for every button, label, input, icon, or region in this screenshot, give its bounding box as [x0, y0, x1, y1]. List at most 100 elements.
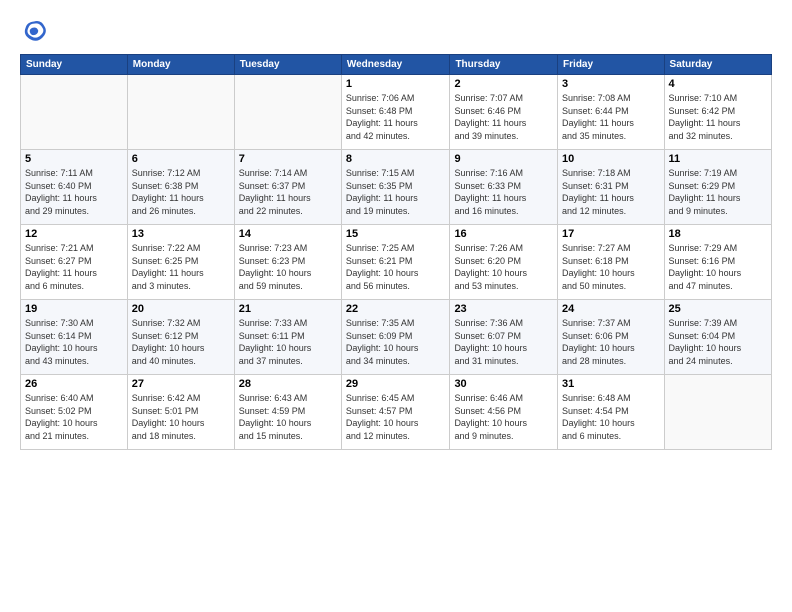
day-number: 25	[669, 303, 767, 315]
day-info: Sunrise: 7:07 AM Sunset: 6:46 PM Dayligh…	[454, 92, 553, 142]
day-number: 30	[454, 378, 553, 390]
day-number: 5	[25, 153, 123, 165]
day-info: Sunrise: 7:29 AM Sunset: 6:16 PM Dayligh…	[669, 242, 767, 292]
day-info: Sunrise: 7:15 AM Sunset: 6:35 PM Dayligh…	[346, 167, 446, 217]
logo-icon	[20, 18, 48, 46]
day-info: Sunrise: 6:46 AM Sunset: 4:56 PM Dayligh…	[454, 392, 553, 442]
day-number: 3	[562, 78, 659, 90]
calendar-cell: 19Sunrise: 7:30 AM Sunset: 6:14 PM Dayli…	[21, 300, 128, 375]
calendar-cell: 5 Sunrise: 7:11 AM Sunset: 6:40 PM Daylig…	[21, 150, 128, 225]
weekday-header-tuesday: Tuesday	[234, 55, 341, 75]
day-info: Sunrise: 7:36 AM Sunset: 6:07 PM Dayligh…	[454, 317, 553, 367]
day-info: Sunrise: 7:33 AM Sunset: 6:11 PM Dayligh…	[239, 317, 337, 367]
calendar-cell: 30 Sunrise: 6:46 AM Sunset: 4:56 PM Dayli…	[450, 375, 558, 450]
day-number: 1	[346, 78, 446, 90]
day-info: Sunrise: 7:32 AM Sunset: 6:12 PM Dayligh…	[132, 317, 230, 367]
calendar-cell: 31Sunrise: 6:48 AM Sunset: 4:54 PM Dayli…	[558, 375, 664, 450]
calendar-cell: 20 Sunrise: 7:32 AM Sunset: 6:12 PM Dayli…	[127, 300, 234, 375]
day-number: 28	[239, 378, 337, 390]
calendar-cell: 21 Sunrise: 7:33 AM Sunset: 6:11 PM Dayli…	[234, 300, 341, 375]
weekday-header-friday: Friday	[558, 55, 664, 75]
day-number: 20	[132, 303, 230, 315]
day-info: Sunrise: 6:43 AM Sunset: 4:59 PM Dayligh…	[239, 392, 337, 442]
day-number: 4	[669, 78, 767, 90]
calendar-cell: 22 Sunrise: 7:35 AM Sunset: 6:09 PM Dayli…	[341, 300, 450, 375]
day-info: Sunrise: 7:08 AM Sunset: 6:44 PM Dayligh…	[562, 92, 659, 142]
day-number: 27	[132, 378, 230, 390]
calendar-cell: 15Sunrise: 7:25 AM Sunset: 6:21 PM Dayli…	[341, 225, 450, 300]
calendar-week-1: 1 Sunrise: 7:06 AM Sunset: 6:48 PM Daylig…	[21, 75, 772, 150]
calendar-cell: 12 Sunrise: 7:21 AM Sunset: 6:27 PM Dayli…	[21, 225, 128, 300]
calendar-cell: 6 Sunrise: 7:12 AM Sunset: 6:38 PM Daylig…	[127, 150, 234, 225]
calendar-cell	[127, 75, 234, 150]
page: SundayMondayTuesdayWednesdayThursdayFrid…	[0, 0, 792, 612]
calendar-week-4: 19Sunrise: 7:30 AM Sunset: 6:14 PM Dayli…	[21, 300, 772, 375]
day-number: 19	[25, 303, 123, 315]
weekday-header-monday: Monday	[127, 55, 234, 75]
day-info: Sunrise: 7:11 AM Sunset: 6:40 PM Dayligh…	[25, 167, 123, 217]
calendar-cell: 1 Sunrise: 7:06 AM Sunset: 6:48 PM Daylig…	[341, 75, 450, 150]
day-number: 13	[132, 228, 230, 240]
day-info: Sunrise: 7:23 AM Sunset: 6:23 PM Dayligh…	[239, 242, 337, 292]
day-number: 18	[669, 228, 767, 240]
calendar-cell: 29 Sunrise: 6:45 AM Sunset: 4:57 PM Dayli…	[341, 375, 450, 450]
day-info: Sunrise: 7:35 AM Sunset: 6:09 PM Dayligh…	[346, 317, 446, 367]
day-info: Sunrise: 7:39 AM Sunset: 6:04 PM Dayligh…	[669, 317, 767, 367]
calendar-cell: 26 Sunrise: 6:40 AM Sunset: 5:02 PM Dayli…	[21, 375, 128, 450]
day-number: 24	[562, 303, 659, 315]
day-number: 9	[454, 153, 553, 165]
header	[20, 18, 772, 46]
day-info: Sunrise: 7:19 AM Sunset: 6:29 PM Dayligh…	[669, 167, 767, 217]
logo	[20, 18, 50, 46]
day-info: Sunrise: 7:26 AM Sunset: 6:20 PM Dayligh…	[454, 242, 553, 292]
day-info: Sunrise: 7:10 AM Sunset: 6:42 PM Dayligh…	[669, 92, 767, 142]
day-number: 29	[346, 378, 446, 390]
weekday-header-wednesday: Wednesday	[341, 55, 450, 75]
day-info: Sunrise: 7:16 AM Sunset: 6:33 PM Dayligh…	[454, 167, 553, 217]
day-info: Sunrise: 7:18 AM Sunset: 6:31 PM Dayligh…	[562, 167, 659, 217]
day-info: Sunrise: 7:21 AM Sunset: 6:27 PM Dayligh…	[25, 242, 123, 292]
day-info: Sunrise: 6:40 AM Sunset: 5:02 PM Dayligh…	[25, 392, 123, 442]
day-number: 7	[239, 153, 337, 165]
day-number: 26	[25, 378, 123, 390]
calendar-cell: 7 Sunrise: 7:14 AM Sunset: 6:37 PM Daylig…	[234, 150, 341, 225]
calendar-cell: 8 Sunrise: 7:15 AM Sunset: 6:35 PM Daylig…	[341, 150, 450, 225]
day-info: Sunrise: 7:12 AM Sunset: 6:38 PM Dayligh…	[132, 167, 230, 217]
calendar-cell: 9 Sunrise: 7:16 AM Sunset: 6:33 PM Daylig…	[450, 150, 558, 225]
day-info: Sunrise: 7:22 AM Sunset: 6:25 PM Dayligh…	[132, 242, 230, 292]
day-info: Sunrise: 7:14 AM Sunset: 6:37 PM Dayligh…	[239, 167, 337, 217]
day-info: Sunrise: 7:37 AM Sunset: 6:06 PM Dayligh…	[562, 317, 659, 367]
day-number: 14	[239, 228, 337, 240]
calendar-cell: 4 Sunrise: 7:10 AM Sunset: 6:42 PM Daylig…	[664, 75, 771, 150]
calendar-week-2: 5 Sunrise: 7:11 AM Sunset: 6:40 PM Daylig…	[21, 150, 772, 225]
day-number: 6	[132, 153, 230, 165]
calendar-cell	[234, 75, 341, 150]
calendar-cell: 25 Sunrise: 7:39 AM Sunset: 6:04 PM Dayli…	[664, 300, 771, 375]
day-info: Sunrise: 7:06 AM Sunset: 6:48 PM Dayligh…	[346, 92, 446, 142]
day-number: 11	[669, 153, 767, 165]
weekday-header-sunday: Sunday	[21, 55, 128, 75]
weekday-header-saturday: Saturday	[664, 55, 771, 75]
calendar-cell: 3 Sunrise: 7:08 AM Sunset: 6:44 PM Daylig…	[558, 75, 664, 150]
calendar-cell: 18 Sunrise: 7:29 AM Sunset: 6:16 PM Dayli…	[664, 225, 771, 300]
day-info: Sunrise: 7:27 AM Sunset: 6:18 PM Dayligh…	[562, 242, 659, 292]
calendar-table: SundayMondayTuesdayWednesdayThursdayFrid…	[20, 54, 772, 450]
day-number: 12	[25, 228, 123, 240]
calendar-cell: 16 Sunrise: 7:26 AM Sunset: 6:20 PM Dayli…	[450, 225, 558, 300]
day-number: 2	[454, 78, 553, 90]
calendar-cell: 10Sunrise: 7:18 AM Sunset: 6:31 PM Dayli…	[558, 150, 664, 225]
day-number: 31	[562, 378, 659, 390]
calendar-cell: 11 Sunrise: 7:19 AM Sunset: 6:29 PM Dayli…	[664, 150, 771, 225]
day-number: 16	[454, 228, 553, 240]
day-number: 8	[346, 153, 446, 165]
calendar-cell	[664, 375, 771, 450]
day-number: 22	[346, 303, 446, 315]
day-info: Sunrise: 6:42 AM Sunset: 5:01 PM Dayligh…	[132, 392, 230, 442]
day-number: 21	[239, 303, 337, 315]
calendar-cell: 24 Sunrise: 7:37 AM Sunset: 6:06 PM Dayli…	[558, 300, 664, 375]
calendar-cell: 14 Sunrise: 7:23 AM Sunset: 6:23 PM Dayli…	[234, 225, 341, 300]
day-number: 17	[562, 228, 659, 240]
calendar-cell	[21, 75, 128, 150]
day-info: Sunrise: 6:45 AM Sunset: 4:57 PM Dayligh…	[346, 392, 446, 442]
calendar-cell: 13 Sunrise: 7:22 AM Sunset: 6:25 PM Dayli…	[127, 225, 234, 300]
